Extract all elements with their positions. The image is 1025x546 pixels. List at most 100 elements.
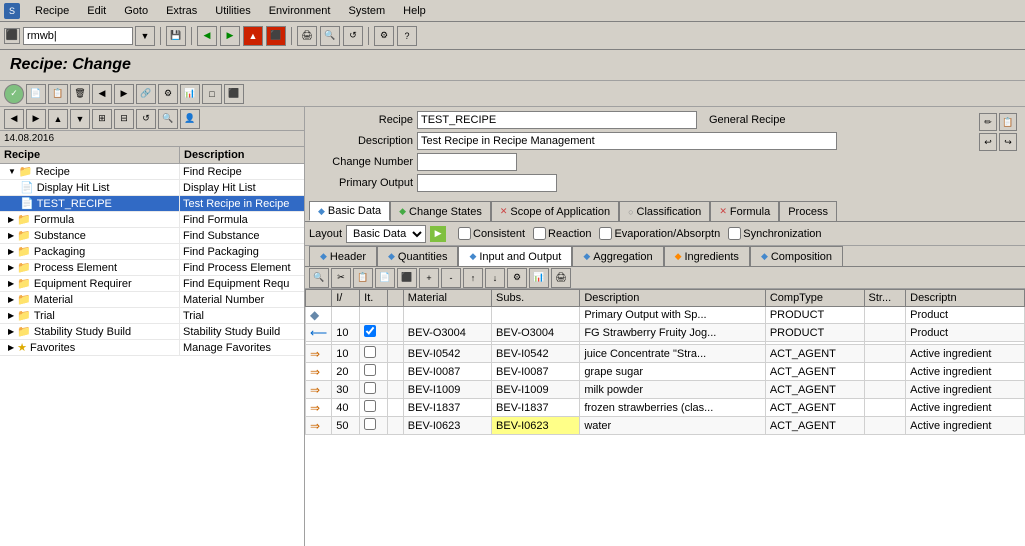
tree-back[interactable]: ◀ — [4, 109, 24, 129]
table-btn-3[interactable]: 📋 — [353, 268, 373, 288]
sub-tab-ingredients[interactable]: ◆ Ingredients — [664, 246, 750, 266]
tree-person[interactable]: 👤 — [180, 109, 200, 129]
tool-btn-8[interactable]: ⚙ — [158, 84, 178, 104]
tree-collapse[interactable]: ⊟ — [114, 109, 134, 129]
menu-extras[interactable]: Extras — [163, 4, 200, 18]
tree-expand[interactable]: ⊞ — [92, 109, 112, 129]
sub-tab-header[interactable]: ◆ Header — [309, 246, 377, 266]
list-item[interactable]: ▶ 📁 Material Material Number — [0, 292, 304, 308]
action-btn-2[interactable]: 📋 — [999, 113, 1017, 131]
up-btn[interactable]: ▲ — [243, 26, 263, 46]
consistent-checkbox[interactable] — [458, 227, 471, 240]
tool-btn-6[interactable]: ▶ — [114, 84, 134, 104]
menu-edit[interactable]: Edit — [84, 4, 109, 18]
find-btn[interactable]: 🔍 — [320, 26, 340, 46]
tool-btn-2[interactable]: 📄 — [26, 84, 46, 104]
consistent-check[interactable]: Consistent — [458, 227, 525, 240]
list-item[interactable]: ▶ ★ Favorites Manage Favorites — [0, 340, 304, 356]
synchronization-checkbox[interactable] — [728, 227, 741, 240]
forward-btn[interactable]: ▶ — [220, 26, 240, 46]
print-btn[interactable]: 🖨 — [297, 26, 317, 46]
tab-scope[interactable]: ✕ Scope of Application — [491, 201, 619, 221]
reaction-checkbox[interactable] — [533, 227, 546, 240]
list-item[interactable]: 📄 Display Hit List Display Hit List — [0, 180, 304, 196]
tool-btn-7[interactable]: 🔗 — [136, 84, 156, 104]
tool-btn-9[interactable]: 📊 — [180, 84, 200, 104]
menu-system[interactable]: System — [345, 4, 388, 18]
change-number-input[interactable] — [417, 153, 517, 171]
tool-btn-11[interactable]: ⬛ — [224, 84, 244, 104]
menu-utilities[interactable]: Utilities — [212, 4, 253, 18]
tab-formula[interactable]: ✕ Formula — [710, 201, 779, 221]
evaporation-check[interactable]: Evaporation/Absorptn — [599, 227, 720, 240]
tool-btn-5[interactable]: ◀ — [92, 84, 112, 104]
menu-environment[interactable]: Environment — [266, 4, 334, 18]
sub-tab-quantities[interactable]: ◆ Quantities — [377, 246, 458, 266]
back-btn[interactable]: ◀ — [197, 26, 217, 46]
refresh-btn[interactable]: ↺ — [343, 26, 363, 46]
tool-btn-4[interactable]: 🗑 — [70, 84, 90, 104]
reaction-check[interactable]: Reaction — [533, 227, 591, 240]
evaporation-checkbox[interactable] — [599, 227, 612, 240]
action-btn-3[interactable]: ↩ — [979, 133, 997, 151]
row-checkbox[interactable] — [364, 418, 376, 430]
help-btn[interactable]: ? — [397, 26, 417, 46]
tab-basic-data[interactable]: ◆ Basic Data — [309, 201, 390, 221]
tree-refresh[interactable]: ↺ — [136, 109, 156, 129]
tree-up[interactable]: ▲ — [48, 109, 68, 129]
layout-select[interactable]: Basic Data — [346, 225, 426, 243]
menu-goto[interactable]: Goto — [121, 4, 151, 18]
address-go[interactable]: ▼ — [135, 26, 155, 46]
list-item[interactable]: ▶ 📁 Process Element Find Process Element — [0, 260, 304, 276]
tree-search[interactable]: 🔍 — [158, 109, 178, 129]
menu-help[interactable]: Help — [400, 4, 429, 18]
list-item[interactable]: ▶ 📁 Equipment Requirer Find Equipment Re… — [0, 276, 304, 292]
row-checkbox[interactable] — [364, 382, 376, 394]
table-btn-4[interactable]: 📄 — [375, 268, 395, 288]
list-item[interactable]: ▶ 📁 Substance Find Substance — [0, 228, 304, 244]
recipe-input[interactable] — [417, 111, 697, 129]
row-checkbox[interactable] — [364, 346, 376, 358]
tab-classification[interactable]: ○ Classification — [619, 201, 710, 221]
sub-tab-composition[interactable]: ◆ Composition — [750, 246, 843, 266]
table-btn-6[interactable]: + — [419, 268, 439, 288]
table-btn-2[interactable]: ✂ — [331, 268, 351, 288]
table-btn-5[interactable]: ⬛ — [397, 268, 417, 288]
table-btn-9[interactable]: ↓ — [485, 268, 505, 288]
customize-btn[interactable]: ⚙ — [374, 26, 394, 46]
action-btn-1[interactable]: ✏ — [979, 113, 997, 131]
tool-btn-1[interactable]: ✓ — [4, 84, 24, 104]
tool-btn-3[interactable]: 📋 — [48, 84, 68, 104]
table-btn-10[interactable]: ⚙ — [507, 268, 527, 288]
sub-tab-aggregation[interactable]: ◆ Aggregation — [572, 246, 663, 266]
address-input[interactable] — [23, 27, 133, 45]
desc-input[interactable] — [417, 132, 837, 150]
tool-btn-10[interactable]: □ — [202, 84, 222, 104]
list-item[interactable]: ▶ 📁 Stability Study Build Stability Stud… — [0, 324, 304, 340]
sub-tab-input-output[interactable]: ◆ Input and Output — [458, 246, 572, 266]
synchronization-check[interactable]: Synchronization — [728, 227, 821, 240]
save-btn[interactable]: 💾 — [166, 26, 186, 46]
row-checkbox[interactable] — [364, 364, 376, 376]
table-btn-8[interactable]: ↑ — [463, 268, 483, 288]
tab-process[interactable]: Process — [779, 201, 837, 221]
stop-btn[interactable]: ⬛ — [266, 26, 286, 46]
action-btn-4[interactable]: ↪ — [999, 133, 1017, 151]
table-btn-1[interactable]: 🔍 — [309, 268, 329, 288]
row-checkbox[interactable] — [364, 400, 376, 412]
tree-forward[interactable]: ▶ — [26, 109, 46, 129]
list-item[interactable]: ▶ 📁 Packaging Find Packaging — [0, 244, 304, 260]
table-btn-11[interactable]: 📊 — [529, 268, 549, 288]
primary-output-input[interactable] — [417, 174, 557, 192]
table-btn-12[interactable]: 🖨 — [551, 268, 571, 288]
list-item[interactable]: ▶ 📁 Formula Find Formula — [0, 212, 304, 228]
table-btn-7[interactable]: - — [441, 268, 461, 288]
tree-down[interactable]: ▼ — [70, 109, 90, 129]
row-checkbox[interactable] — [364, 325, 376, 337]
list-item[interactable]: ▼ 📁 Recipe Find Recipe — [0, 164, 304, 180]
list-item[interactable]: ▶ 📁 Trial Trial — [0, 308, 304, 324]
tab-change-states[interactable]: ◆ Change States — [390, 201, 491, 221]
list-item[interactable]: 📄 TEST_RECIPE Test Recipe in Recipe — [0, 196, 304, 212]
menu-recipe[interactable]: Recipe — [32, 4, 72, 18]
layout-go[interactable]: ▶ — [430, 226, 446, 242]
